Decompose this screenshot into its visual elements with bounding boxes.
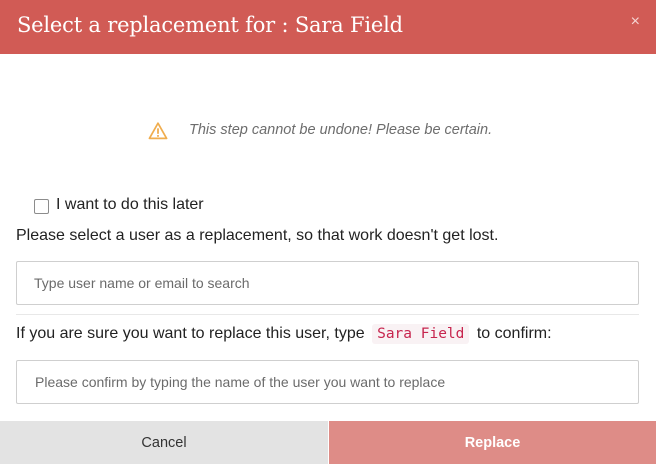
warning-text: This step cannot be undone! Please be ce… bbox=[189, 122, 493, 138]
replace-button[interactable]: Replace bbox=[329, 421, 656, 464]
confirm-prefix: If you are sure you want to replace this… bbox=[16, 325, 365, 342]
do-later-checkbox[interactable] bbox=[34, 199, 49, 214]
confirm-user-name: Sara Field bbox=[372, 324, 470, 344]
warning-message: This step cannot be undone! Please be ce… bbox=[0, 121, 656, 141]
replacement-instruction: Please select a user as a replacement, s… bbox=[16, 227, 499, 244]
do-later-label[interactable]: I want to do this later bbox=[56, 196, 204, 214]
warning-triangle-icon bbox=[148, 122, 168, 140]
cancel-button[interactable]: Cancel bbox=[0, 421, 328, 464]
confirm-name-input[interactable] bbox=[16, 360, 639, 404]
close-icon[interactable]: × bbox=[631, 14, 640, 30]
confirm-instruction: If you are sure you want to replace this… bbox=[16, 324, 552, 347]
confirm-suffix: to confirm: bbox=[476, 325, 552, 342]
dialog-title: Select a replacement for : Sara Field bbox=[17, 13, 403, 37]
dialog-footer: Cancel Replace bbox=[0, 421, 656, 464]
divider bbox=[16, 314, 639, 315]
user-search-input[interactable] bbox=[16, 261, 639, 305]
replacement-dialog: Select a replacement for : Sara Field × … bbox=[0, 0, 656, 464]
dialog-header: Select a replacement for : Sara Field × bbox=[0, 0, 656, 54]
